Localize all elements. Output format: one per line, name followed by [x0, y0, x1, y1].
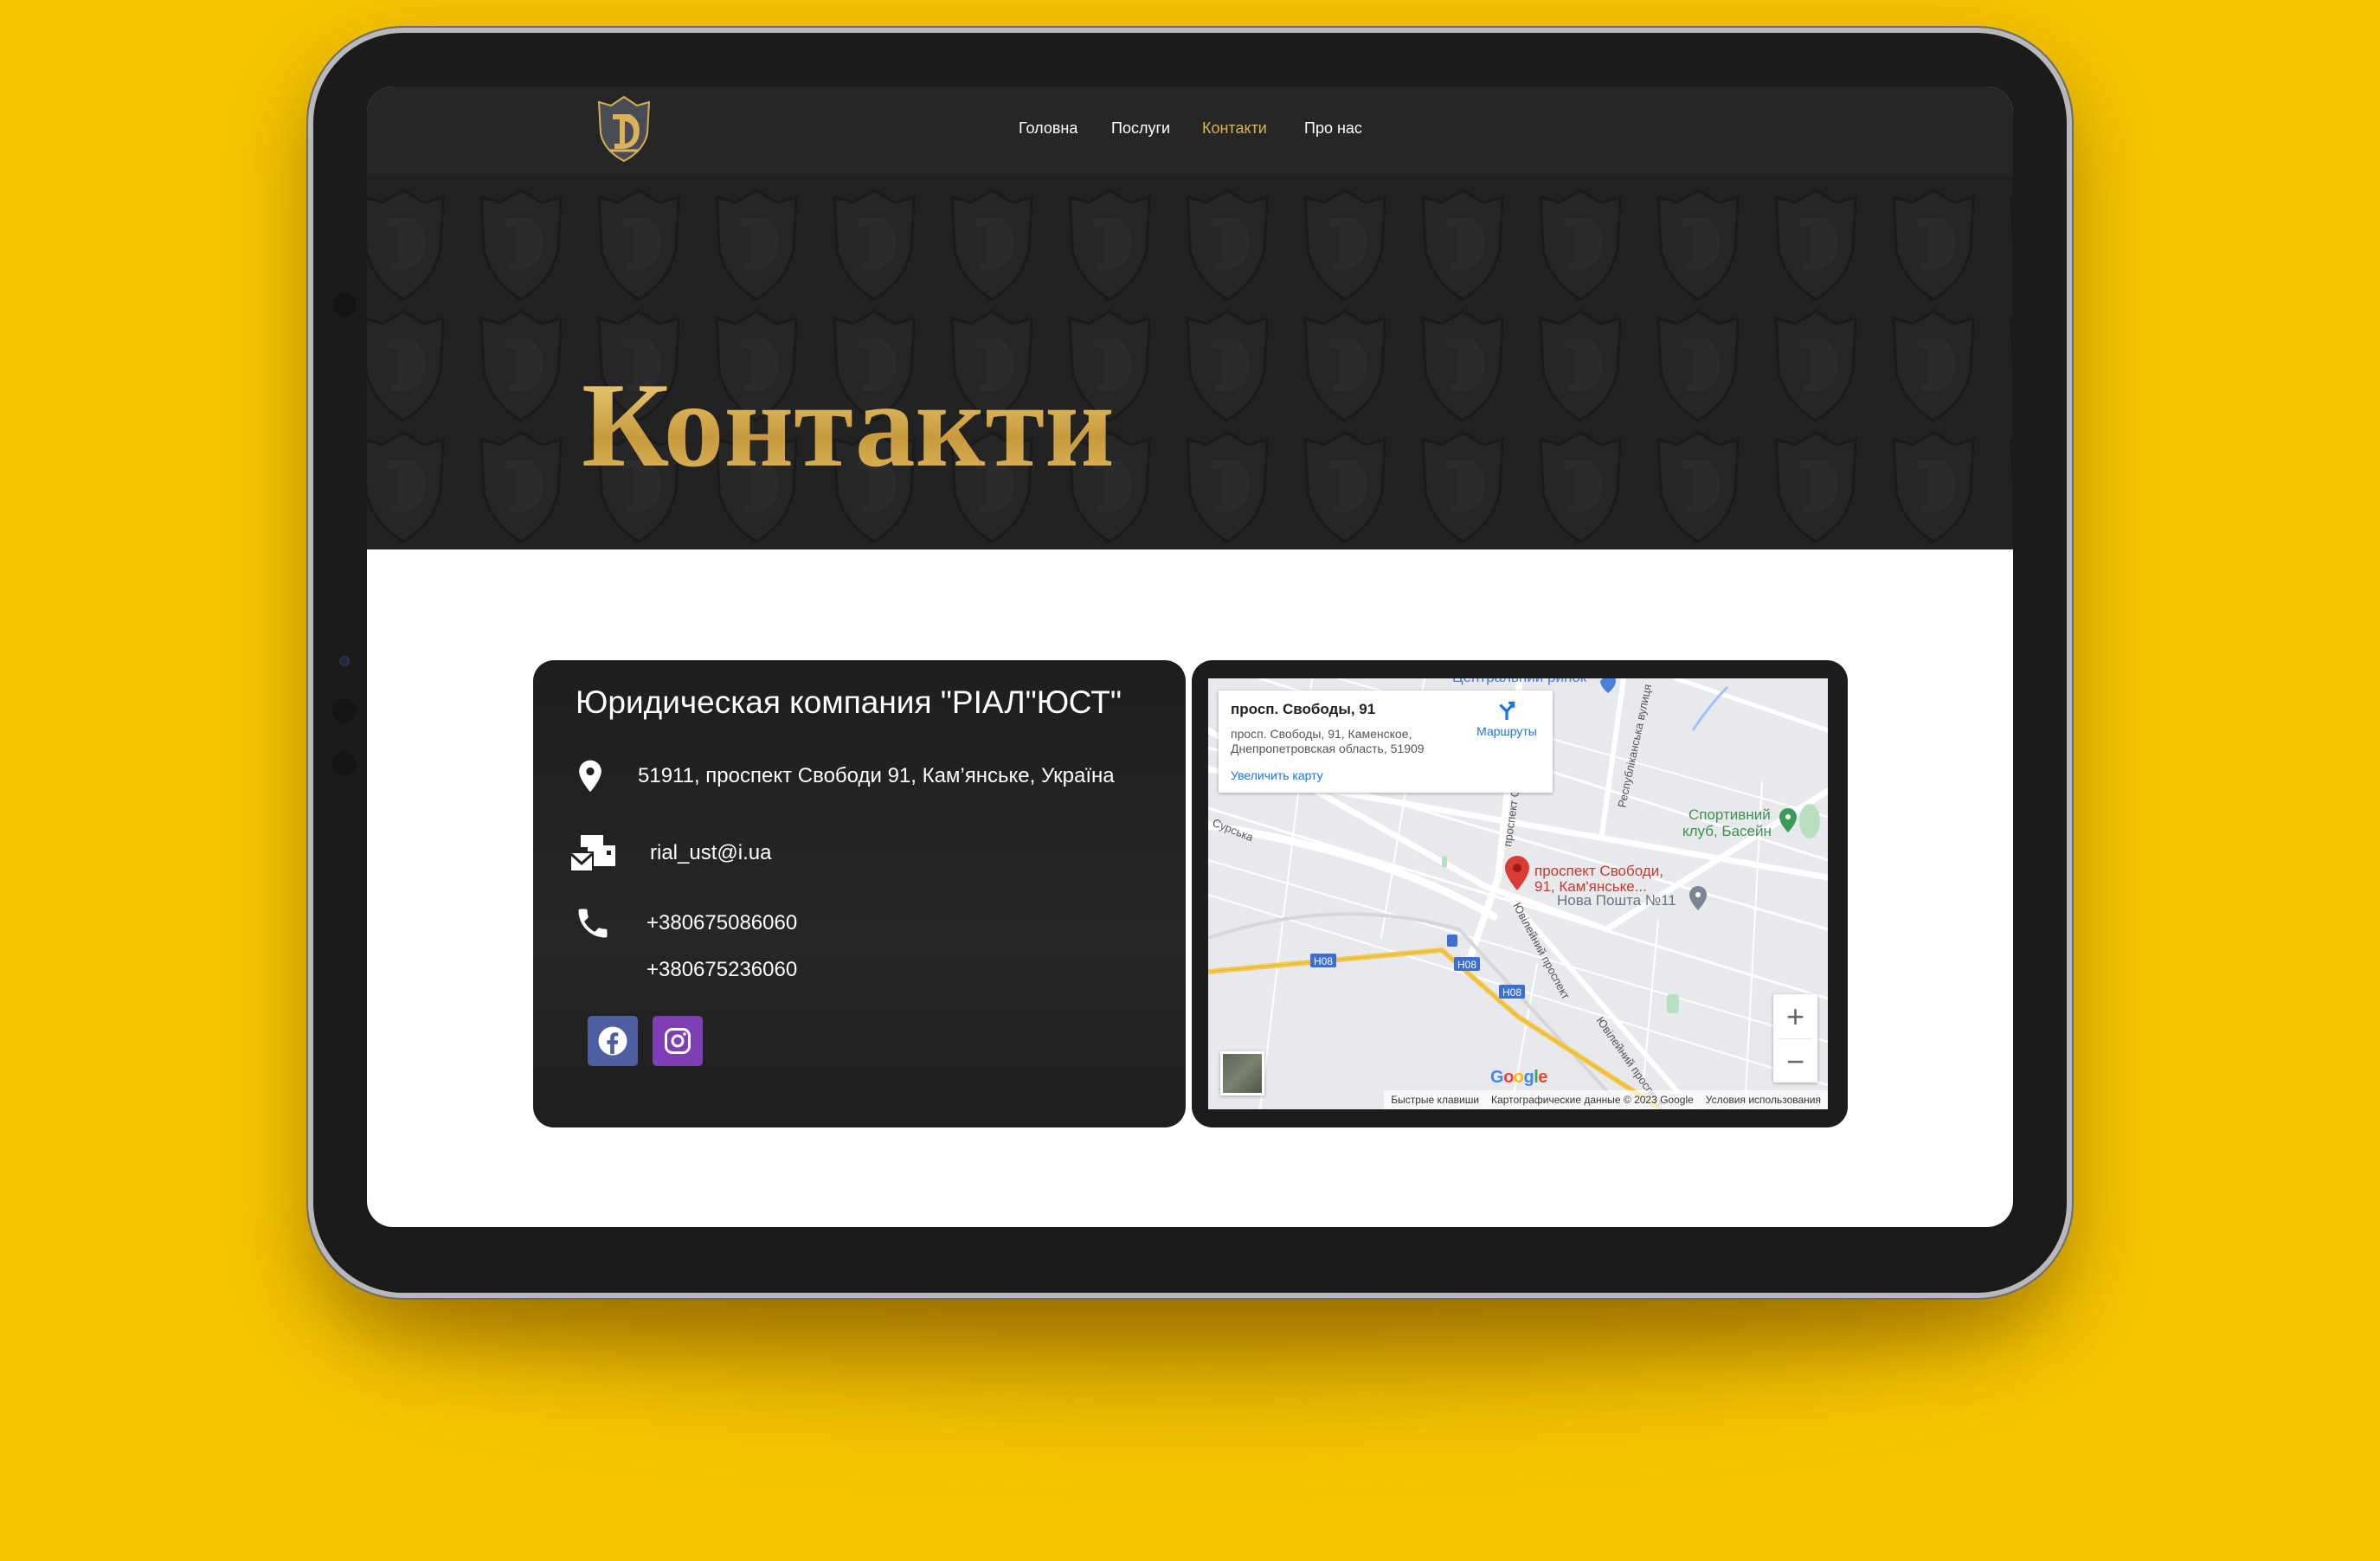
road-badge-h08: Н08 [1454, 957, 1480, 971]
company-name: Юридическая компания "РІАЛ"ЮСТ" [576, 684, 1122, 720]
sensor-dot [332, 292, 357, 317]
shield-pattern-icon [1539, 431, 1622, 543]
terms-link[interactable]: Условия использования [1706, 1094, 1821, 1106]
map-label-sport-2[interactable]: клуб, Басейн [1682, 823, 1772, 839]
sensor-dot [332, 699, 357, 723]
directions-icon [1499, 701, 1515, 720]
shield-pattern-icon [833, 189, 916, 301]
zoom-out-button[interactable]: − [1773, 1039, 1817, 1083]
facebook-button[interactable] [588, 1016, 638, 1066]
shield-pattern-icon [1774, 189, 1857, 301]
satellite-toggle[interactable] [1220, 1051, 1264, 1095]
shield-pattern-icon [367, 310, 445, 422]
nav-item-home[interactable]: Головна [1019, 119, 1077, 138]
map-info-window: просп. Свободы, 91 просп. Свободы, 91, К… [1219, 691, 1553, 793]
pin-label-1[interactable]: проспект Свободи, [1534, 863, 1663, 879]
shield-pattern-icon [1656, 189, 1740, 301]
shield-pattern-icon [367, 431, 445, 543]
shield-pattern-icon [1774, 431, 1857, 543]
shield-pattern-icon [1539, 310, 1622, 422]
shield-pattern-icon [1892, 189, 1975, 301]
pin-label-2[interactable]: 91, Кам'янське... [1534, 878, 1647, 895]
instagram-button[interactable] [653, 1016, 703, 1066]
navbar: Головна Послуги Контакти Про нас [367, 87, 2013, 175]
map-data-text[interactable]: Картографические данные © 2023 Google [1491, 1094, 1694, 1106]
page-title: Контакти [582, 358, 1115, 492]
shield-pattern-icon [1421, 310, 1504, 422]
svg-text:Н08: Н08 [1314, 955, 1333, 967]
shield-pattern-icon [1186, 310, 1269, 422]
zoom-in-button[interactable]: + [1773, 994, 1817, 1038]
bus-stop-icon [1447, 935, 1457, 947]
nav-item-services[interactable]: Послуги [1111, 119, 1170, 138]
shield-pattern-icon [1656, 431, 1740, 543]
road-badge-h08: Н08 [1499, 985, 1525, 999]
shield-pattern-icon [479, 431, 563, 543]
shield-pattern-icon [367, 189, 445, 301]
enlarge-map-link[interactable]: Увеличить карту [1231, 768, 1323, 782]
hero-banner: Контакти [367, 175, 2013, 549]
shield-pattern-icon [597, 189, 680, 301]
nav-item-contacts[interactable]: Контакти [1202, 119, 1267, 138]
shield-pattern-icon [1068, 189, 1151, 301]
shield-pattern-icon [1303, 310, 1386, 422]
map-card: Центральний ринок Спортивний клуб, Басей… [1192, 660, 1848, 1127]
google-logo: Google [1490, 1068, 1547, 1087]
location-pin-icon [579, 760, 601, 793]
email-link[interactable]: rial_ust@i.ua [650, 841, 771, 865]
mail-icon [570, 835, 615, 872]
logo-shield-icon[interactable] [595, 95, 653, 163]
shield-pattern-icon [1186, 431, 1269, 543]
map-label-sport-1[interactable]: Спортивний [1689, 806, 1771, 823]
nav-item-about[interactable]: Про нас [1304, 119, 1362, 138]
market-poi-icon [1600, 678, 1616, 693]
shield-pattern-icon [2010, 196, 2013, 252]
shield-pattern-icon [479, 189, 563, 301]
shield-pattern-icon [1421, 431, 1504, 543]
website-screen: Головна Послуги Контакти Про нас Контакт… [367, 87, 2013, 1227]
google-map[interactable]: Центральний ринок Спортивний клуб, Басей… [1208, 678, 1828, 1109]
info-address: просп. Свободы, 91, Каменское, Днепропет… [1231, 727, 1425, 755]
facebook-icon [598, 1026, 627, 1056]
road-badge-h08: Н08 [1310, 954, 1336, 967]
info-title: просп. Свободы, 91 [1231, 701, 1376, 717]
shield-pattern-icon [1421, 189, 1504, 301]
directions-button[interactable]: Маршруты [1468, 699, 1546, 738]
keyboard-shortcuts-link[interactable]: Быстрые клавиши [1391, 1094, 1479, 1106]
phone-link-1[interactable]: +380675086060 [646, 911, 797, 935]
map-attribution: Быстрые клавиши Картографические данные … [1384, 1090, 1828, 1109]
shield-pattern-icon [2010, 317, 2013, 373]
shield-pattern-icon [1774, 310, 1857, 422]
shield-pattern-icon [1892, 310, 1975, 422]
post-poi-icon [1689, 886, 1707, 910]
phone-link-2[interactable]: +380675236060 [646, 958, 797, 982]
map-zoom-control: + − [1773, 994, 1817, 1082]
sport-poi-icon [1779, 808, 1797, 832]
phone-icon [578, 909, 608, 938]
shield-pattern-icon [2010, 438, 2013, 494]
shield-pattern-icon [1539, 189, 1622, 301]
shield-pattern-icon [1303, 189, 1386, 301]
shield-pattern-icon [1303, 431, 1386, 543]
camera-icon [339, 656, 350, 666]
shield-pattern-icon [715, 189, 798, 301]
shield-pattern-icon [1186, 189, 1269, 301]
directions-label: Маршруты [1476, 724, 1537, 738]
sensor-dot [332, 751, 357, 775]
map-pin-icon[interactable] [1505, 856, 1529, 890]
instagram-icon [665, 1028, 691, 1054]
svg-text:Н08: Н08 [1502, 986, 1521, 999]
address-text: 51911, проспект Свободи 91, Кам’янське, … [638, 764, 1115, 787]
svg-text:Н08: Н08 [1457, 959, 1476, 971]
shield-pattern-icon [1656, 310, 1740, 422]
map-label-market[interactable]: Центральний ринок [1452, 678, 1587, 685]
shield-pattern-icon [950, 189, 1033, 301]
shield-pattern-icon [1892, 431, 1975, 543]
shield-pattern-icon [479, 310, 563, 422]
contact-card: Юридическая компания "РІАЛ"ЮСТ" 51911, п… [533, 660, 1186, 1127]
